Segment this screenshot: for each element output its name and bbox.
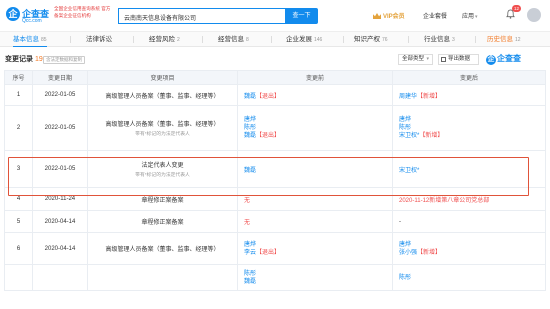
person-link[interactable]: 陈彤 — [399, 274, 543, 282]
person-link[interactable]: 魏磊 — [244, 94, 256, 100]
nav-enterprise-package[interactable]: 企业套餐 — [423, 11, 447, 20]
avatar[interactable] — [527, 8, 541, 22]
type-filter[interactable]: 全部类型 ▾ — [398, 54, 433, 65]
person-link[interactable]: 陈彤 — [244, 270, 390, 278]
col-item: 变更项目 — [87, 70, 238, 85]
table-row: 1 2022-01-05 高级管理人员备案（董事、监事、经理等） 魏磊【退出】 … — [4, 84, 546, 106]
person-link[interactable]: 魏磊 — [244, 133, 256, 139]
record-count: 19 — [35, 56, 43, 63]
person-link[interactable]: 唐烨 — [244, 241, 390, 249]
highlight-box — [8, 157, 529, 196]
nav-apps[interactable]: 应用▾ — [462, 11, 478, 20]
tab-operation-info[interactable]: 经营信息 8 — [218, 32, 249, 47]
vip-label: VIP会员 — [383, 14, 405, 20]
notification-badge: 12 — [512, 5, 522, 12]
note-badge: 含法定数据和复制 — [43, 56, 85, 64]
table-row: 5 2020-04-14 章程修正案备案 无 - — [4, 210, 546, 233]
brand-watermark: 企企查查 — [486, 54, 521, 65]
search-button[interactable]: 查一下 — [285, 8, 318, 24]
section-title: 变更记录 19 — [5, 56, 43, 63]
logo-icon: 企 — [6, 7, 20, 21]
tab-development[interactable]: 企业发展 146 — [286, 32, 322, 47]
person-link[interactable]: 唐烨 — [244, 116, 390, 124]
col-after: 变更后 — [392, 70, 546, 85]
col-date: 变更日期 — [32, 70, 88, 85]
top-bar: 企 企查查 Qcc.com 全国企业信用查询系统 官方备案企业征信机构 云南南天… — [0, 0, 550, 32]
person-link[interactable]: 宋卫权* — [399, 133, 419, 139]
person-link[interactable]: 唐烨 — [399, 116, 543, 124]
table-row: 陈彤 魏磊 陈彤 — [4, 264, 546, 291]
chevron-down-icon: ▾ — [475, 14, 478, 20]
col-before: 变更前 — [237, 70, 393, 85]
export-icon — [441, 57, 446, 62]
export-button[interactable]: 导出数据 — [438, 54, 479, 65]
change-records-header: 变更记录 19 含法定数据和复制 全部类型 ▾ 导出数据 企企查查 — [0, 51, 550, 67]
tab-ip[interactable]: 知识产权 76 — [354, 32, 388, 47]
person-link[interactable]: 陈彤 — [244, 124, 390, 132]
table-row: 2 2022-01-05 高级管理人员备案（董事、监事、经理等） 带有*标记的为法… — [4, 105, 546, 151]
tab-business-risk[interactable]: 经营风险 2 — [149, 32, 180, 47]
tab-litigation[interactable]: 法律诉讼 — [86, 32, 112, 47]
person-link[interactable]: 李云 — [244, 250, 256, 256]
col-index: 序号 — [4, 70, 33, 85]
crown-icon — [373, 13, 381, 19]
tab-bar: 基本信息 85 法律诉讼 经营风险 2 经营信息 8 企业发展 146 知识产权 76 行… — [0, 32, 550, 47]
person-link[interactable]: 周建华 — [399, 94, 417, 100]
chevron-down-icon: ▾ — [426, 56, 430, 62]
table-header-row: 序号 变更日期 变更项目 变更前 变更后 — [4, 70, 546, 85]
brand-url: Qcc.com — [22, 18, 42, 24]
logo-icon: 企 — [486, 55, 496, 65]
person-link[interactable]: 陈彤 — [399, 124, 543, 132]
vip-link[interactable]: VIP会员 — [373, 11, 405, 20]
tab-history[interactable]: 历史信息 12 — [487, 32, 521, 47]
slogan: 全国企业信用查询系统 官方备案企业征信机构 — [54, 6, 111, 18]
person-link[interactable]: 唐烨 — [399, 241, 543, 249]
logo[interactable]: 企 企查查 Qcc.com — [6, 6, 50, 26]
person-link[interactable]: 魏磊 — [244, 278, 390, 286]
tab-industry[interactable]: 行业信息 3 — [424, 32, 455, 47]
person-link[interactable]: 张小强 — [399, 250, 417, 256]
table-row: 6 2020-04-14 高级管理人员备案（董事、监事、经理等） 唐烨 李云【退出… — [4, 232, 546, 265]
tab-basic-info[interactable]: 基本信息 85 — [13, 32, 47, 47]
search-input[interactable]: 云南南天信息设备有限公司 — [118, 8, 285, 24]
